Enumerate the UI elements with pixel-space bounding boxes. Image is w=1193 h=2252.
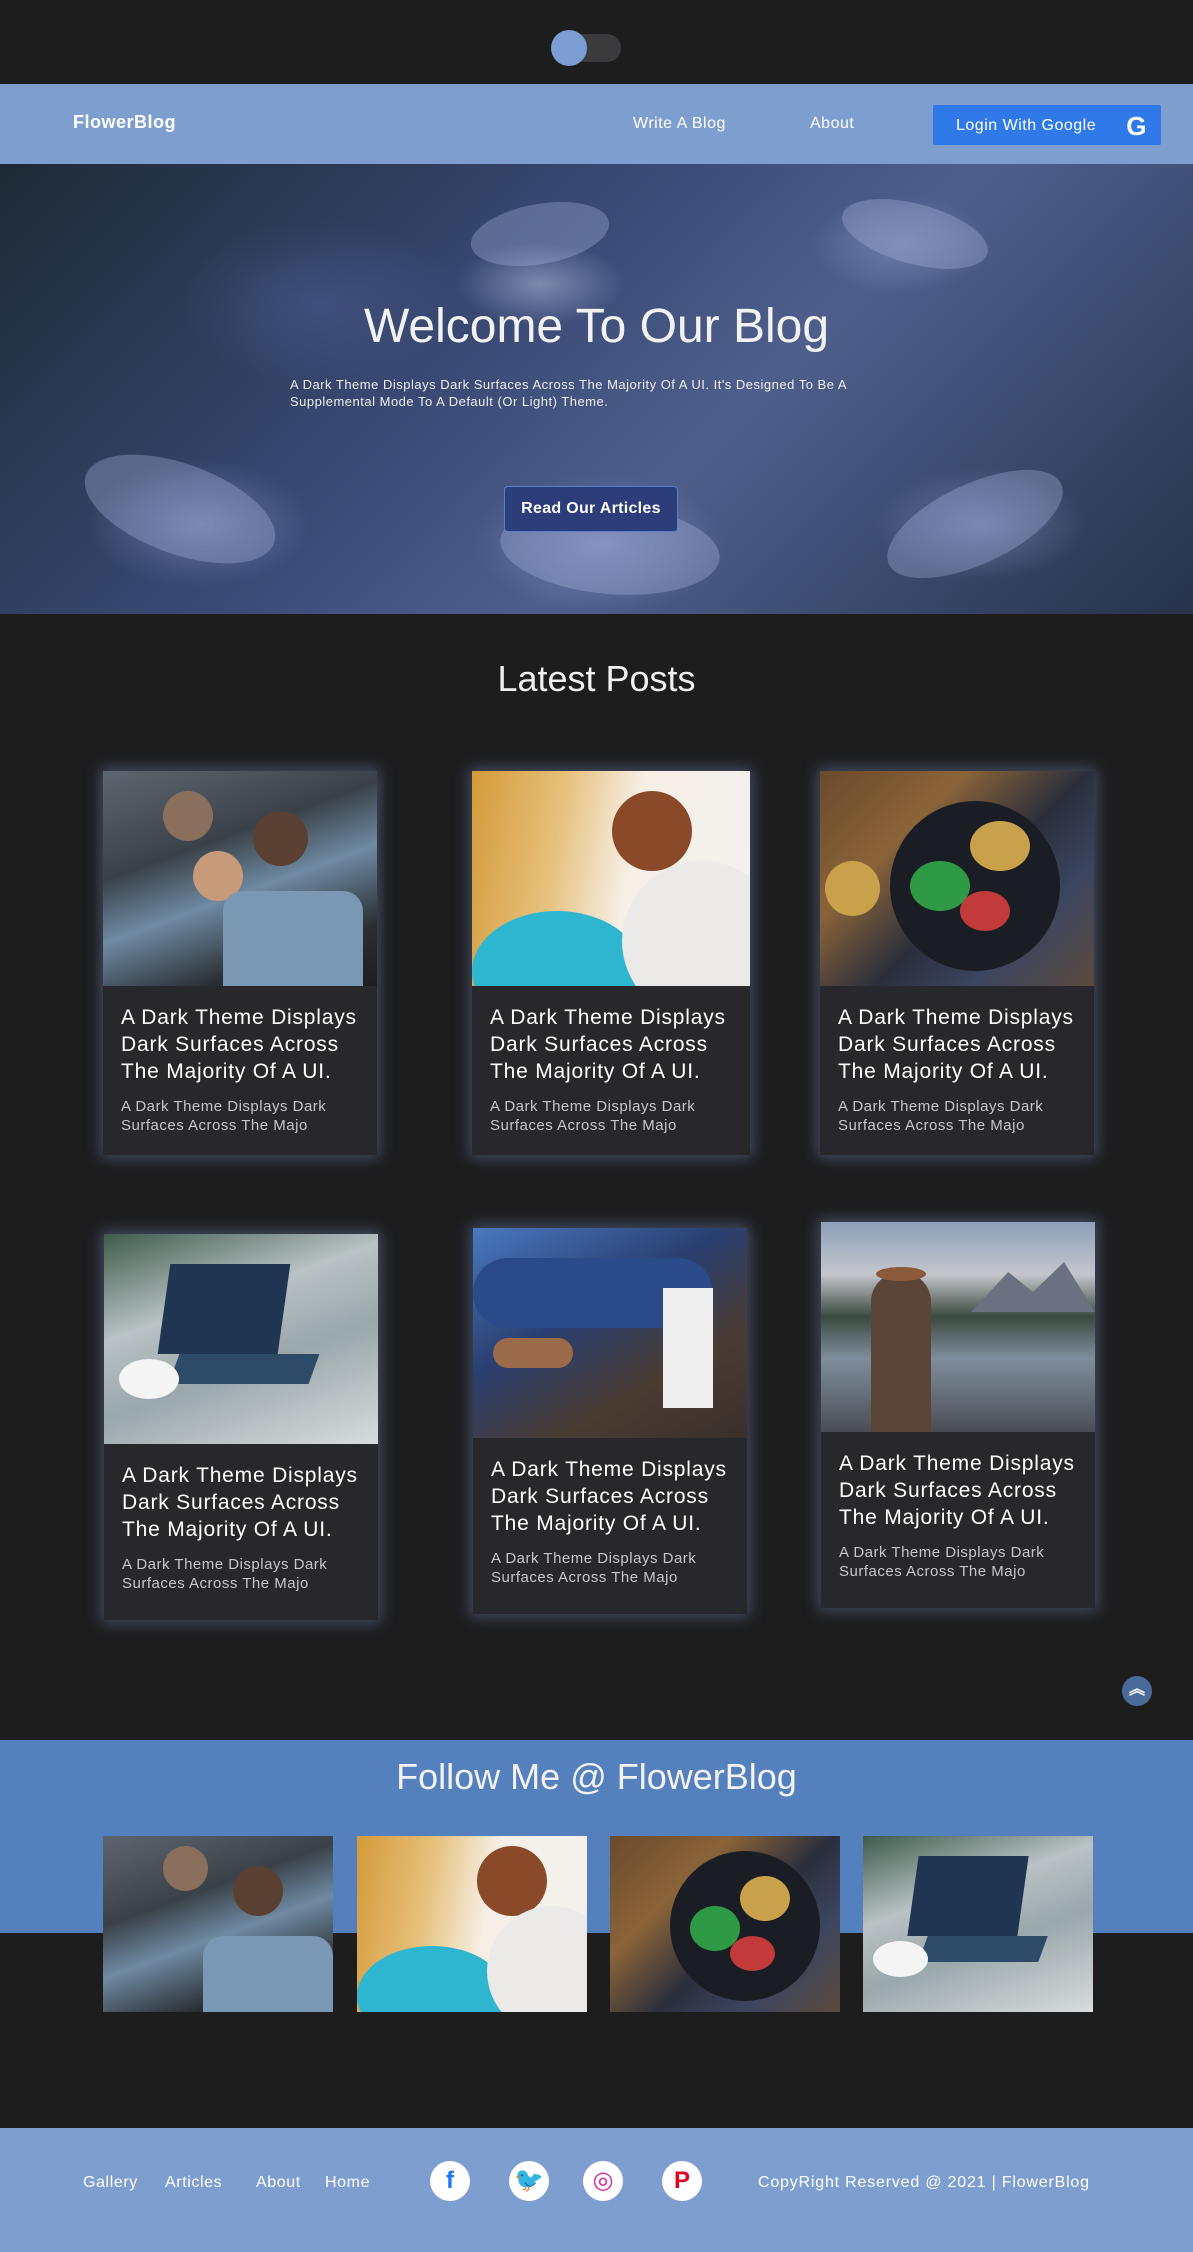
post-image-yoga-with-water-carton xyxy=(473,1228,747,1438)
post-card[interactable]: A Dark Theme Displays Dark Surfaces Acro… xyxy=(103,771,377,1155)
post-excerpt: A Dark Theme Displays Dark Surfaces Acro… xyxy=(839,1544,1045,1580)
post-title: A Dark Theme Displays Dark Surfaces Acro… xyxy=(122,1464,358,1541)
navbar: FlowerBlog Write A Blog About Login With… xyxy=(0,84,1193,164)
gallery-image-food-bowl[interactable] xyxy=(610,1836,840,2012)
post-title: A Dark Theme Displays Dark Surfaces Acro… xyxy=(490,1006,726,1083)
instagram-link[interactable]: ◎ xyxy=(583,2161,623,2201)
pinterest-icon: P xyxy=(673,2167,690,2194)
post-excerpt: A Dark Theme Displays Dark Surfaces Acro… xyxy=(490,1098,696,1134)
follow-title: Follow Me @ FlowerBlog xyxy=(396,1756,797,1797)
footer-link-about[interactable]: About xyxy=(256,2174,301,2192)
instagram-icon: ◎ xyxy=(592,2167,614,2194)
footer-link-gallery[interactable]: Gallery xyxy=(83,2174,138,2192)
hero-title: Welcome To Our Blog xyxy=(363,300,830,353)
brand-logo[interactable]: FlowerBlog xyxy=(73,112,176,133)
footer-link-home[interactable]: Home xyxy=(325,2174,370,2192)
gallery-image-child-with-balloon[interactable] xyxy=(357,1836,587,2012)
gallery-image-laptop-and-coffee[interactable] xyxy=(863,1836,1093,2012)
pinterest-link[interactable]: P xyxy=(662,2161,702,2201)
post-excerpt: A Dark Theme Displays Dark Surfaces Acro… xyxy=(491,1550,697,1586)
read-articles-button[interactable]: Read Our Articles xyxy=(504,486,678,532)
post-card[interactable]: A Dark Theme Displays Dark Surfaces Acro… xyxy=(472,771,750,1155)
copyright-text: CopyRight Reserved @ 2021 | FlowerBlog xyxy=(758,2174,1090,2191)
post-image-group-of-friends xyxy=(103,771,377,986)
footer-link-articles[interactable]: Articles xyxy=(165,2174,222,2192)
post-title: A Dark Theme Displays Dark Surfaces Acro… xyxy=(838,1006,1074,1083)
gallery-image-group-of-friends[interactable] xyxy=(103,1836,333,2012)
post-title: A Dark Theme Displays Dark Surfaces Acro… xyxy=(839,1452,1075,1529)
hero-petal-decoration xyxy=(465,192,615,276)
post-excerpt: A Dark Theme Displays Dark Surfaces Acro… xyxy=(122,1556,328,1592)
facebook-link[interactable]: f xyxy=(430,2161,470,2201)
post-card[interactable]: A Dark Theme Displays Dark Surfaces Acro… xyxy=(473,1228,747,1614)
hero-petal-decoration xyxy=(70,432,290,586)
facebook-icon: f xyxy=(446,2167,454,2194)
nav-about[interactable]: About xyxy=(810,115,854,133)
hero-petal-decoration xyxy=(871,447,1079,601)
post-title: A Dark Theme Displays Dark Surfaces Acro… xyxy=(121,1006,357,1083)
login-google-button[interactable]: Login With Google G xyxy=(933,105,1161,145)
scroll-to-top-button[interactable]: ︽ xyxy=(1122,1676,1152,1706)
latest-posts-title: Latest Posts xyxy=(497,658,696,699)
double-chevron-up-icon: ︽ xyxy=(1128,1681,1145,1698)
post-image-food-bowl xyxy=(820,771,1094,986)
post-card[interactable]: A Dark Theme Displays Dark Surfaces Acro… xyxy=(820,771,1094,1155)
google-icon: G xyxy=(1126,111,1147,141)
post-excerpt: A Dark Theme Displays Dark Surfaces Acro… xyxy=(838,1098,1044,1134)
login-label: Login With Google xyxy=(956,117,1097,134)
post-excerpt: A Dark Theme Displays Dark Surfaces Acro… xyxy=(121,1098,327,1134)
theme-toggle[interactable] xyxy=(551,30,621,66)
post-image-laptop-and-coffee xyxy=(104,1234,378,1444)
footer: Gallery Articles About Home f 🐦 ◎ P Copy… xyxy=(0,2128,1193,2252)
hero-subtitle: A Dark Theme Displays Dark Surfaces Acro… xyxy=(290,377,847,409)
post-image-woman-by-lake xyxy=(821,1222,1095,1432)
post-image-child-with-balloon xyxy=(472,771,750,986)
hero-banner: Welcome To Our Blog A Dark Theme Display… xyxy=(0,164,1193,614)
post-card[interactable]: A Dark Theme Displays Dark Surfaces Acro… xyxy=(821,1222,1095,1608)
post-card[interactable]: A Dark Theme Displays Dark Surfaces Acro… xyxy=(104,1234,378,1620)
nav-write-blog[interactable]: Write A Blog xyxy=(633,115,726,133)
hero-petal-decoration xyxy=(834,185,996,283)
post-title: A Dark Theme Displays Dark Surfaces Acro… xyxy=(491,1458,727,1535)
toggle-knob[interactable] xyxy=(551,30,587,66)
twitter-link[interactable]: 🐦 xyxy=(509,2161,549,2201)
twitter-icon: 🐦 xyxy=(514,2167,544,2194)
